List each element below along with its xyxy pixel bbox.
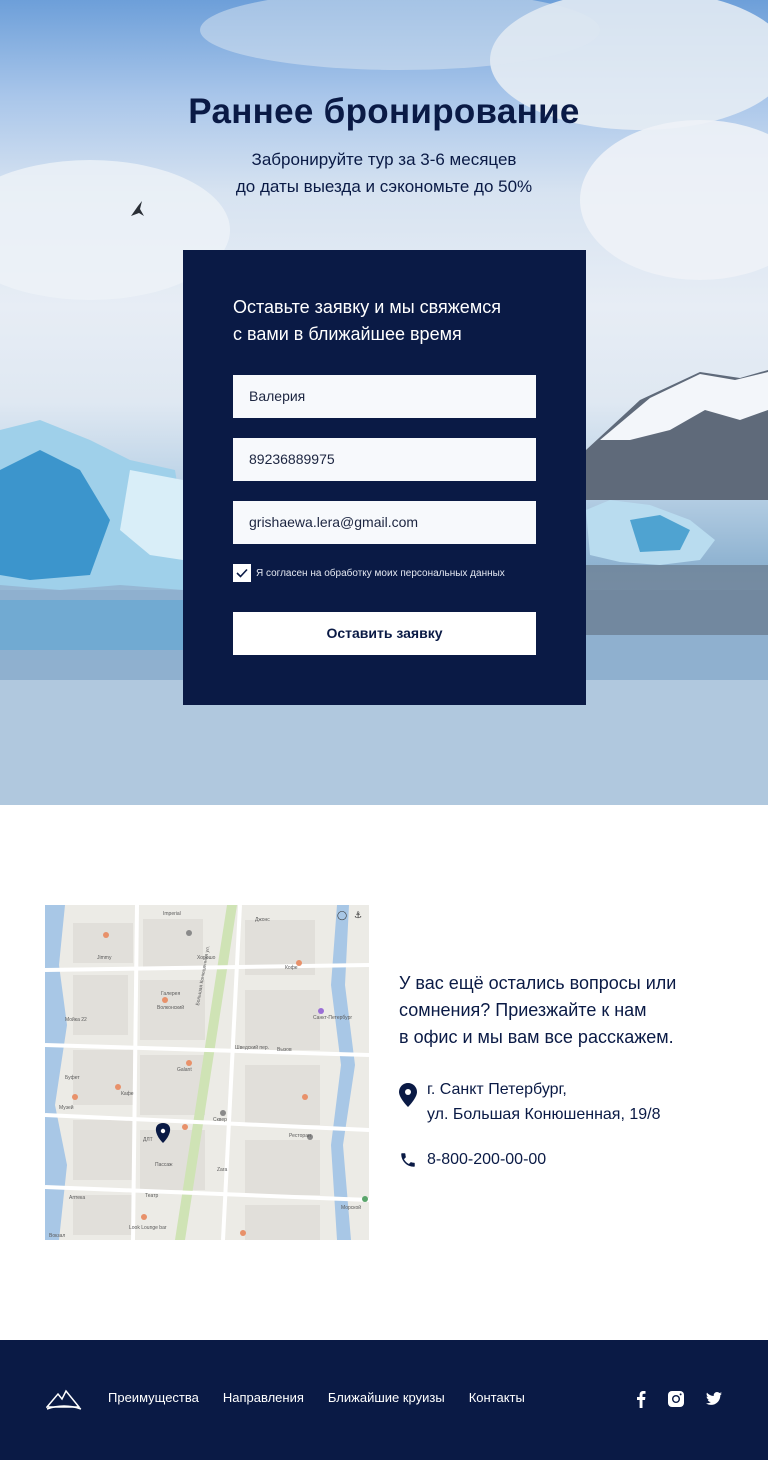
map-label: Музей bbox=[59, 1105, 74, 1111]
form-heading-line: с вами в ближайшее время bbox=[233, 324, 462, 344]
form-heading: Оставьте заявку и мы свяжемся с вами в б… bbox=[233, 294, 563, 348]
hero-subtitle-line: до даты выезда и сэкономьте до 50% bbox=[235, 177, 533, 196]
phone-contact[interactable]: 8-800-200-00-00 bbox=[399, 1148, 546, 1171]
nav-item-destinations[interactable]: Направления bbox=[223, 1390, 304, 1405]
map-label: Jimmy bbox=[97, 955, 112, 961]
map-label: Zara bbox=[217, 1167, 228, 1173]
hero-subtitle: Забронируйте тур за 3-6 месяцев до даты … bbox=[0, 146, 768, 200]
map-label: Джонс bbox=[255, 917, 270, 923]
map-traffic-icon[interactable]: ◯ bbox=[335, 909, 349, 921]
map-label: Сквер bbox=[213, 1117, 227, 1123]
phone-field[interactable] bbox=[233, 438, 536, 481]
map-label: Пассаж bbox=[155, 1162, 173, 1168]
contact-text: У вас ещё остались вопросы или сомнения?… bbox=[399, 970, 739, 1051]
location-pin-icon bbox=[399, 1083, 417, 1107]
map-label: Кофе bbox=[285, 965, 298, 971]
email-field[interactable] bbox=[233, 501, 536, 544]
map-label: Мойка 22 bbox=[65, 1017, 87, 1023]
checkmark-icon bbox=[236, 568, 248, 578]
map-label: Ресторан bbox=[289, 1133, 311, 1139]
contact-text-line: У вас ещё остались вопросы или bbox=[399, 973, 677, 993]
address-line: ул. Большая Конюшенная, 19/8 bbox=[427, 1106, 661, 1123]
form-heading-line: Оставьте заявку и мы свяжемся bbox=[233, 297, 501, 317]
contact-text-line: в офис и мы вам все расскажем. bbox=[399, 1027, 674, 1047]
map-label: Санкт-Петербург bbox=[313, 1015, 353, 1021]
hero-section: Раннее бронирование Забронируйте тур за … bbox=[0, 0, 768, 805]
facebook-icon[interactable] bbox=[632, 1390, 650, 1408]
phone-icon bbox=[401, 1152, 415, 1167]
twitter-icon[interactable] bbox=[705, 1390, 723, 1408]
logo-mountain-icon[interactable] bbox=[46, 1389, 82, 1411]
map-label: Театр bbox=[145, 1193, 159, 1199]
map-label: Вызов bbox=[277, 1047, 292, 1053]
contact-text-line: сомнения? Приезжайте к нам bbox=[399, 1000, 647, 1020]
map-label: Look Lounge bar bbox=[129, 1225, 167, 1231]
nav-item-contacts[interactable]: Контакты bbox=[469, 1390, 525, 1405]
map-label: Galant bbox=[177, 1067, 192, 1073]
office-map[interactable]: Imperial Хорошо Джонс Кофе Волконский Ji… bbox=[45, 905, 369, 1240]
nav-item-advantages[interactable]: Преимущества bbox=[108, 1390, 199, 1405]
address: г. Санкт Петербург, ул. Большая Конюшенн… bbox=[399, 1077, 661, 1127]
nav-item-cruises[interactable]: Ближайшие круизы bbox=[328, 1390, 445, 1405]
instagram-icon[interactable] bbox=[667, 1390, 685, 1408]
map-routes-icon[interactable]: ⚓ bbox=[351, 909, 365, 921]
map-label: Аптека bbox=[69, 1195, 86, 1201]
map-label: Шведский пер. bbox=[235, 1045, 270, 1051]
page-title: Раннее бронирование bbox=[188, 92, 580, 131]
address-line: г. Санкт Петербург, bbox=[427, 1081, 567, 1098]
consent-checkbox[interactable] bbox=[233, 564, 251, 582]
map-label: Imperial bbox=[163, 911, 181, 917]
map-label: Галерея bbox=[161, 991, 181, 997]
submit-button[interactable]: Оставить заявку bbox=[233, 612, 536, 655]
map-label: Морской bbox=[341, 1205, 362, 1211]
hero-subtitle-line: Забронируйте тур за 3-6 месяцев bbox=[251, 150, 517, 169]
map-label: Буфет bbox=[65, 1075, 80, 1081]
map-label: Кафе bbox=[121, 1091, 134, 1097]
footer-nav: Преимущества Направления Ближайшие круиз… bbox=[108, 1390, 549, 1405]
consent-label: Я согласен на обработку моих персональны… bbox=[256, 567, 505, 579]
booking-form: Оставьте заявку и мы свяжемся с вами в б… bbox=[183, 250, 586, 705]
consent-checkbox-row[interactable]: Я согласен на обработку моих персональны… bbox=[233, 564, 505, 582]
map-label: Вокзал bbox=[49, 1233, 66, 1239]
footer: Преимущества Направления Ближайшие круиз… bbox=[0, 1340, 768, 1460]
map-label: Волконский bbox=[157, 1005, 184, 1011]
phone-number[interactable]: 8-800-200-00-00 bbox=[427, 1148, 546, 1171]
name-field[interactable] bbox=[233, 375, 536, 418]
map-label: ДЛТ bbox=[143, 1137, 153, 1143]
